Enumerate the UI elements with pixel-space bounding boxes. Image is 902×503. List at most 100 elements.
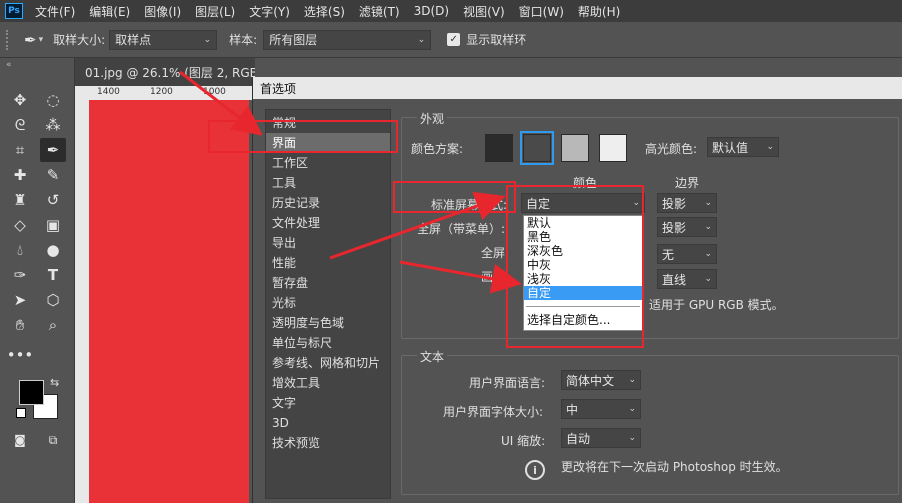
options-bar: ✒ ▾ 取样大小: 取样点 ⌄ 样本: 所有图层 ⌄ ✓ 显示取样环 xyxy=(0,22,902,58)
fullscreen-menu-label: 全屏（带菜单）: xyxy=(417,222,506,236)
healing-brush-tool-icon[interactable]: ✚ xyxy=(7,163,33,187)
panel-collapse-icon[interactable]: « xyxy=(6,60,12,70)
document-tab[interactable]: 01.jpg @ 26.1% (图层 2, RGB/8#) xyxy=(75,58,255,86)
chevron-down-icon: ⌄ xyxy=(628,433,636,443)
category-units-rulers[interactable]: 单位与标尺 xyxy=(266,333,390,353)
color-scheme-label: 颜色方案: xyxy=(411,142,464,156)
dialog-title: 首选项 xyxy=(253,77,902,99)
foreground-color-swatch[interactable] xyxy=(19,380,44,405)
color-scheme-swatch-lightest[interactable] xyxy=(599,134,627,162)
ui-scaling-select[interactable]: 自动 ⌄ xyxy=(561,428,641,448)
category-export[interactable]: 导出 xyxy=(266,233,390,253)
annotation-box-interface xyxy=(208,120,398,153)
menu-type[interactable]: 文字(Y) xyxy=(249,3,290,20)
category-tech-previews[interactable]: 技术预览 xyxy=(266,433,390,453)
ui-font-size-select[interactable]: 中 ⌄ xyxy=(561,399,641,419)
highlight-color-value: 默认值 xyxy=(712,140,749,155)
menu-window[interactable]: 窗口(W) xyxy=(519,3,564,20)
tool-preset-chevron-icon[interactable]: ▾ xyxy=(39,35,44,45)
category-performance[interactable]: 性能 xyxy=(266,253,390,273)
eyedropper-tool-icon[interactable]: ✒ xyxy=(40,138,66,162)
lasso-tool-icon[interactable]: ᘓ xyxy=(7,113,33,137)
more-tools-icon[interactable]: ••• xyxy=(7,343,34,367)
annotation-box-dropdown xyxy=(506,185,644,348)
swap-colors-icon[interactable]: ⇆ xyxy=(50,376,59,389)
category-type[interactable]: 文字 xyxy=(266,393,390,413)
photoshop-logo: Ps xyxy=(5,3,23,19)
tools-panel: « ✥ ◌ ᘓ ⁂ ⌗ ✒ ✚ ✎ ♜ ↺ ◇ ▣ 💧︎ ● ✑ T ➤ ⬡ ✋… xyxy=(0,58,75,503)
show-sampling-ring-checkbox[interactable]: ✓ xyxy=(447,33,461,46)
magic-wand-tool-icon[interactable]: ⁂ xyxy=(40,113,66,137)
sample-value: 所有图层 xyxy=(269,33,318,47)
color-scheme-swatch-dark[interactable] xyxy=(520,131,554,165)
pen-tool-icon[interactable]: ✑ xyxy=(7,263,33,287)
document-canvas[interactable] xyxy=(89,100,249,503)
category-plugins[interactable]: 增效工具 xyxy=(266,373,390,393)
dodge-tool-icon[interactable]: ● xyxy=(40,238,66,262)
ui-language-select[interactable]: 简体中文 ⌄ xyxy=(561,370,641,390)
move-tool-icon[interactable]: ✥ xyxy=(7,88,33,112)
chevron-down-icon: ⌄ xyxy=(628,375,636,385)
vertical-ruler xyxy=(75,100,89,503)
category-workspace[interactable]: 工作区 xyxy=(266,153,390,173)
artboard-border-select[interactable]: 直线 ⌄ xyxy=(657,269,717,289)
menu-file[interactable]: 文件(F) xyxy=(35,3,75,20)
category-transparency[interactable]: 透明度与色域 xyxy=(266,313,390,333)
menu-filter[interactable]: 滤镜(T) xyxy=(359,3,400,20)
default-colors-icon[interactable] xyxy=(16,408,26,418)
brush-tool-icon[interactable]: ✎ xyxy=(40,163,66,187)
sample-size-label: 取样大小: xyxy=(53,33,106,47)
shape-tool-icon[interactable]: ⬡ xyxy=(40,288,66,312)
menu-view[interactable]: 视图(V) xyxy=(463,3,505,20)
info-icon: i xyxy=(525,460,545,480)
menu-select[interactable]: 选择(S) xyxy=(304,3,345,20)
color-scheme-swatch-light[interactable] xyxy=(561,134,589,162)
fullscreen-menu-border-select[interactable]: 投影 ⌄ xyxy=(657,217,717,237)
category-file-handling[interactable]: 文件处理 xyxy=(266,213,390,233)
gradient-tool-icon[interactable]: ▣ xyxy=(40,213,66,237)
standard-screen-border-value: 投影 xyxy=(662,196,687,211)
category-3d[interactable]: 3D xyxy=(266,413,390,433)
standard-screen-border-select[interactable]: 投影 ⌄ xyxy=(657,193,717,213)
chevron-down-icon: ⌄ xyxy=(766,142,774,152)
quick-mask-icon[interactable]: ◙ xyxy=(7,428,33,452)
history-brush-tool-icon[interactable]: ↺ xyxy=(40,188,66,212)
sample-select[interactable]: 所有图层 ⌄ xyxy=(263,29,432,50)
screen-mode-icon[interactable]: ⧉ xyxy=(40,428,66,452)
eraser-tool-icon[interactable]: ◇ xyxy=(7,213,33,237)
eyedropper-tool-icon[interactable]: ✒ xyxy=(24,31,37,49)
category-scratch-disks[interactable]: 暂存盘 xyxy=(266,273,390,293)
zoom-tool-icon[interactable]: ⌕ xyxy=(40,313,66,337)
category-tools[interactable]: 工具 xyxy=(266,173,390,193)
category-guides-grid[interactable]: 参考线、网格和切片 xyxy=(266,353,390,373)
fullscreen-border-select[interactable]: 无 ⌄ xyxy=(657,244,717,264)
ui-font-size-label: 用户界面字体大小: xyxy=(443,405,544,419)
menu-3d[interactable]: 3D(D) xyxy=(414,4,449,18)
crop-tool-icon[interactable]: ⌗ xyxy=(7,138,33,162)
blur-tool-icon[interactable]: 💧︎ xyxy=(7,238,33,262)
chevron-down-icon: ⌄ xyxy=(704,222,712,232)
grip-icon xyxy=(6,29,12,50)
menu-edit[interactable]: 编辑(E) xyxy=(89,3,130,20)
menu-image[interactable]: 图像(I) xyxy=(144,3,181,20)
sample-size-select[interactable]: 取样点 ⌄ xyxy=(109,29,218,50)
marquee-tool-icon[interactable]: ◌ xyxy=(40,88,66,112)
show-sampling-ring-label: 显示取样环 xyxy=(466,33,527,47)
ui-scaling-value: 自动 xyxy=(566,431,591,446)
category-history[interactable]: 历史记录 xyxy=(266,193,390,213)
ui-font-size-value: 中 xyxy=(566,402,579,417)
category-cursors[interactable]: 光标 xyxy=(266,293,390,313)
chevron-down-icon: ⌄ xyxy=(417,34,426,45)
fullscreen-menu-border-value: 投影 xyxy=(662,220,687,235)
ruler-tick-label: 1000 xyxy=(203,87,226,97)
clone-stamp-tool-icon[interactable]: ♜ xyxy=(7,188,33,212)
path-selection-tool-icon[interactable]: ➤ xyxy=(7,288,33,312)
highlight-color-select[interactable]: 默认值 ⌄ xyxy=(707,137,779,157)
menu-layer[interactable]: 图层(L) xyxy=(195,3,235,20)
chevron-down-icon: ⌄ xyxy=(203,34,212,45)
menu-help[interactable]: 帮助(H) xyxy=(578,3,620,20)
hand-tool-icon[interactable]: ✋︎ xyxy=(7,313,33,337)
annotation-box-standard-mode xyxy=(393,181,516,213)
color-scheme-swatch-darkest[interactable] xyxy=(485,134,513,162)
type-tool-icon[interactable]: T xyxy=(40,263,66,287)
